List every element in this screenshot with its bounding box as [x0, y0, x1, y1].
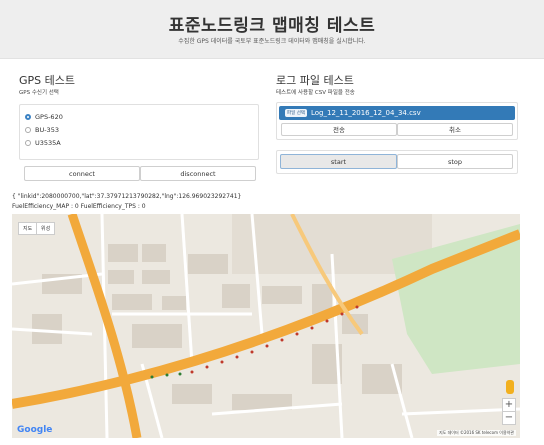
file-choose-button[interactable]: 파일 선택: [285, 109, 307, 117]
log-upload-label: 테스트에 사용할 CSV 파일을 전송: [276, 90, 355, 96]
radio-icon[interactable]: [25, 127, 31, 133]
file-selector[interactable]: 파일 선택 Log_12_11_2016_12_04_34.csv: [279, 106, 515, 120]
map-view[interactable]: 지도 위성 + − Google 지도 데이터 ©2016 SK telecom…: [12, 214, 520, 438]
map-canvas[interactable]: [12, 214, 520, 438]
file-upload-panel: 파일 선택 Log_12_11_2016_12_04_34.csv 전송 취소: [276, 102, 518, 140]
radio-icon[interactable]: [25, 114, 31, 120]
page-header: 표준노드링크 맵매칭 테스트 수집한 GPS 데이터를 국토부 표준노드링크 데…: [0, 0, 544, 59]
start-button[interactable]: start: [280, 154, 397, 169]
map-type-map-tab[interactable]: 지도: [18, 222, 38, 235]
gps-receiver-group: GPS-620 BU-353 U3535A: [19, 104, 259, 160]
street-view-pegman-icon[interactable]: [506, 380, 514, 394]
fuel-efficiency-output: FuelEfficiency_MAP : 0 FuelEfficiency_TP…: [12, 203, 146, 210]
log-section-title: 로그 파일 테스트: [276, 74, 354, 87]
link-json-output: { "linkid":2080000700,"lat":37.379712137…: [12, 193, 242, 200]
send-button[interactable]: 전송: [281, 123, 397, 136]
playback-controls: start stop: [276, 150, 518, 174]
disconnect-button[interactable]: disconnect: [140, 166, 256, 181]
zoom-in-button[interactable]: +: [502, 398, 516, 412]
google-logo: Google: [17, 425, 53, 435]
stop-button[interactable]: stop: [397, 154, 513, 169]
terms-link[interactable]: 이용약관: [499, 430, 514, 435]
gps-receiver-label: GPS 수신기 선택: [19, 90, 59, 96]
selected-file-name: Log_12_11_2016_12_04_34.csv: [311, 109, 421, 117]
map-attribution: 지도 데이터 ©2016 SK telecom 이용약관: [437, 430, 516, 436]
gps-section-title: GPS 테스트: [19, 74, 75, 87]
radio-icon[interactable]: [25, 140, 31, 146]
connect-button[interactable]: connect: [24, 166, 140, 181]
gps-option-bu353[interactable]: BU-353: [25, 126, 59, 134]
zoom-out-button[interactable]: −: [502, 411, 516, 425]
gps-option-u3535a[interactable]: U3535A: [25, 139, 61, 147]
page-title: 표준노드링크 맵매칭 테스트: [168, 16, 376, 36]
gps-option-gps620[interactable]: GPS-620: [25, 113, 63, 121]
map-type-satellite-tab[interactable]: 위성: [36, 222, 56, 235]
page-subtitle: 수집한 GPS 데이터를 국토부 표준노드링크 데이터와 맵매칭을 실시합니다.: [178, 38, 366, 45]
cancel-button[interactable]: 취소: [397, 123, 513, 136]
